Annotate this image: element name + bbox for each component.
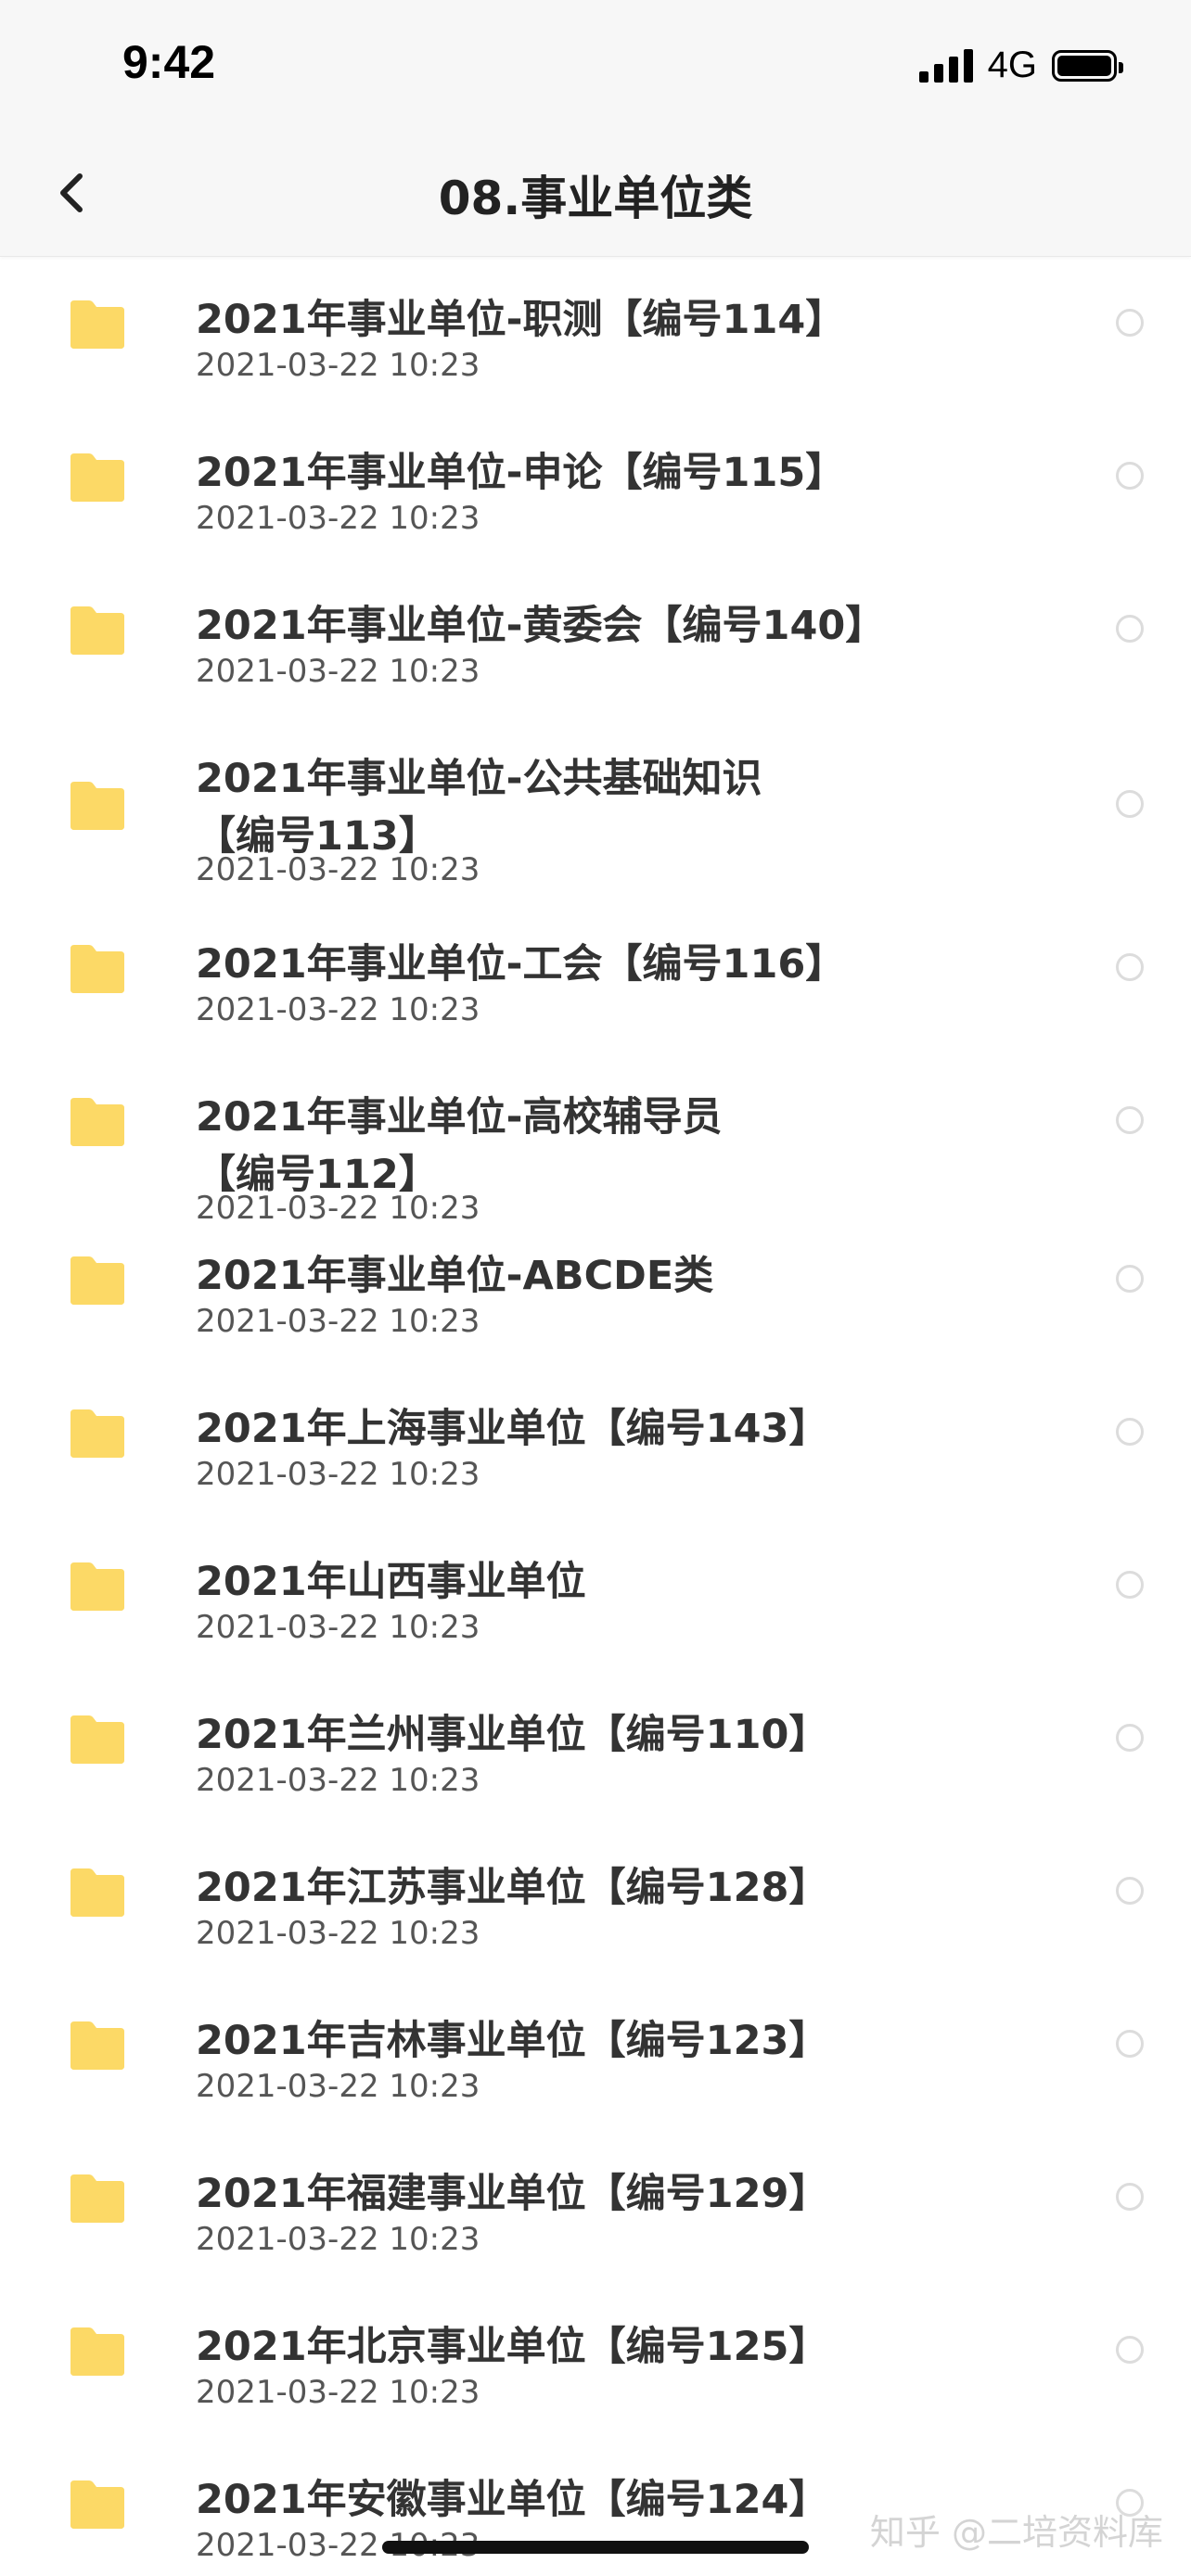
item-date: 2021-03-22 10:23 (196, 1762, 480, 1799)
folder-icon (70, 1256, 124, 1305)
item-name: 2021年事业单位-申论【编号115】 (196, 450, 846, 496)
folder-icon (70, 1098, 124, 1146)
select-radio[interactable] (1116, 2183, 1144, 2211)
item-name-line1: 2021年事业单位-高校辅导员 (196, 1094, 723, 1141)
select-radio[interactable] (1116, 309, 1144, 337)
item-date: 2021-03-22 10:23 (196, 1456, 480, 1493)
list-item[interactable]: 2021年事业单位-职测【编号114】 2021-03-22 10:23 (0, 258, 1191, 411)
select-radio[interactable] (1116, 1877, 1144, 1905)
folder-icon (70, 453, 124, 502)
folder-icon (70, 1409, 124, 1458)
item-date: 2021-03-22 10:23 (196, 347, 480, 384)
folder-icon (70, 2021, 124, 2070)
list-item[interactable]: 2021年北京事业单位【编号125】 2021-03-22 10:23 (0, 2307, 1191, 2460)
item-date: 2021-03-22 10:23 (196, 2221, 480, 2258)
list-item[interactable]: 2021年事业单位-申论【编号115】 2021-03-22 10:23 (0, 411, 1191, 564)
folder-icon (70, 1715, 124, 1764)
battery-icon (1052, 49, 1123, 82)
select-radio[interactable] (1116, 615, 1144, 643)
folder-icon (70, 945, 124, 993)
folder-icon (70, 2480, 124, 2529)
folder-icon (70, 1562, 124, 1611)
item-name: 2021年事业单位-高校辅导员 【编号112】 (196, 1085, 723, 1200)
list-item[interactable]: 2021年事业单位-ABCDE类 2021-03-22 10:23 (0, 1236, 1191, 1389)
item-name: 2021年事业单位-ABCDE类 (196, 1253, 714, 1299)
item-name: 2021年事业单位-公共基础知识 【编号113】 (196, 746, 762, 861)
item-name: 2021年山西事业单位 (196, 1559, 586, 1605)
home-indicator[interactable] (382, 2541, 809, 2554)
status-bar: 9:42 4G (0, 0, 1191, 130)
status-time: 9:42 (122, 36, 216, 88)
item-date: 2021-03-22 10:23 (196, 1303, 480, 1340)
status-indicators: 4G (918, 45, 1123, 86)
item-name: 2021年江苏事业单位【编号128】 (196, 1865, 829, 1911)
folder-icon (70, 782, 124, 830)
select-radio[interactable] (1116, 1418, 1144, 1446)
folder-icon (70, 300, 124, 349)
select-radio[interactable] (1116, 953, 1144, 981)
item-name: 2021年事业单位-工会【编号116】 (196, 941, 846, 988)
select-radio[interactable] (1116, 1571, 1144, 1599)
select-radio[interactable] (1116, 1106, 1144, 1134)
item-name: 2021年北京事业单位【编号125】 (196, 2324, 829, 2370)
item-name: 2021年事业单位-黄委会【编号140】 (196, 603, 886, 649)
folder-icon (70, 606, 124, 655)
select-radio[interactable] (1116, 2030, 1144, 2058)
list-item[interactable]: 2021年事业单位-黄委会【编号140】 2021-03-22 10:23 (0, 564, 1191, 717)
folder-icon (70, 1868, 124, 1917)
item-date: 2021-03-22 10:23 (196, 1609, 480, 1646)
item-name: 2021年安徽事业单位【编号124】 (196, 2477, 829, 2523)
select-radio[interactable] (1116, 1724, 1144, 1752)
list-item[interactable]: 2021年山西事业单位 2021-03-22 10:23 (0, 1542, 1191, 1695)
watermark: 知乎 @二培资料库 (869, 2512, 1163, 2553)
item-date: 2021-03-22 10:23 (196, 2374, 480, 2411)
item-name: 2021年上海事业单位【编号143】 (196, 1406, 829, 1452)
signal-icon (918, 48, 973, 83)
list-item[interactable]: 2021年事业单位-工会【编号116】 2021-03-22 10:23 (0, 902, 1191, 1055)
list-item[interactable]: 2021年江苏事业单位【编号128】 2021-03-22 10:23 (0, 1848, 1191, 2001)
list-item[interactable]: 2021年上海事业单位【编号143】 2021-03-22 10:23 (0, 1389, 1191, 1542)
select-radio[interactable] (1116, 2336, 1144, 2364)
list-item[interactable]: 2021年事业单位-公共基础知识 【编号113】 2021-03-22 10:2… (0, 717, 1191, 902)
page-title: 08.事业单位类 (438, 172, 753, 225)
select-radio[interactable] (1116, 1265, 1144, 1293)
item-date: 2021-03-22 10:23 (196, 991, 480, 1028)
item-name-line1: 2021年事业单位-公共基础知识 (196, 756, 762, 802)
network-type: 4G (987, 45, 1037, 85)
list-item[interactable]: 2021年事业单位-高校辅导员 【编号112】 2021-03-22 10:23 (0, 1055, 1191, 1236)
item-date: 2021-03-22 10:23 (196, 851, 480, 888)
list-item[interactable]: 2021年兰州事业单位【编号110】 2021-03-22 10:23 (0, 1695, 1191, 1848)
list-item[interactable]: 2021年吉林事业单位【编号123】 2021-03-22 10:23 (0, 2001, 1191, 2154)
item-date: 2021-03-22 10:23 (196, 500, 480, 537)
item-date: 2021-03-22 10:23 (196, 1190, 480, 1227)
nav-bar: 08.事业单位类 (0, 130, 1191, 257)
item-name: 2021年事业单位-职测【编号114】 (196, 297, 846, 343)
item-date: 2021-03-22 10:23 (196, 653, 480, 690)
item-name: 2021年福建事业单位【编号129】 (196, 2171, 829, 2217)
folder-icon (70, 2174, 124, 2223)
list-item[interactable]: 2021年福建事业单位【编号129】 2021-03-22 10:23 (0, 2154, 1191, 2307)
folder-icon (70, 2327, 124, 2376)
item-date: 2021-03-22 10:23 (196, 1915, 480, 1952)
select-radio[interactable] (1116, 462, 1144, 490)
item-date: 2021-03-22 10:23 (196, 2068, 480, 2105)
select-radio[interactable] (1116, 790, 1144, 818)
item-name: 2021年兰州事业单位【编号110】 (196, 1712, 829, 1758)
item-name: 2021年吉林事业单位【编号123】 (196, 2018, 829, 2064)
